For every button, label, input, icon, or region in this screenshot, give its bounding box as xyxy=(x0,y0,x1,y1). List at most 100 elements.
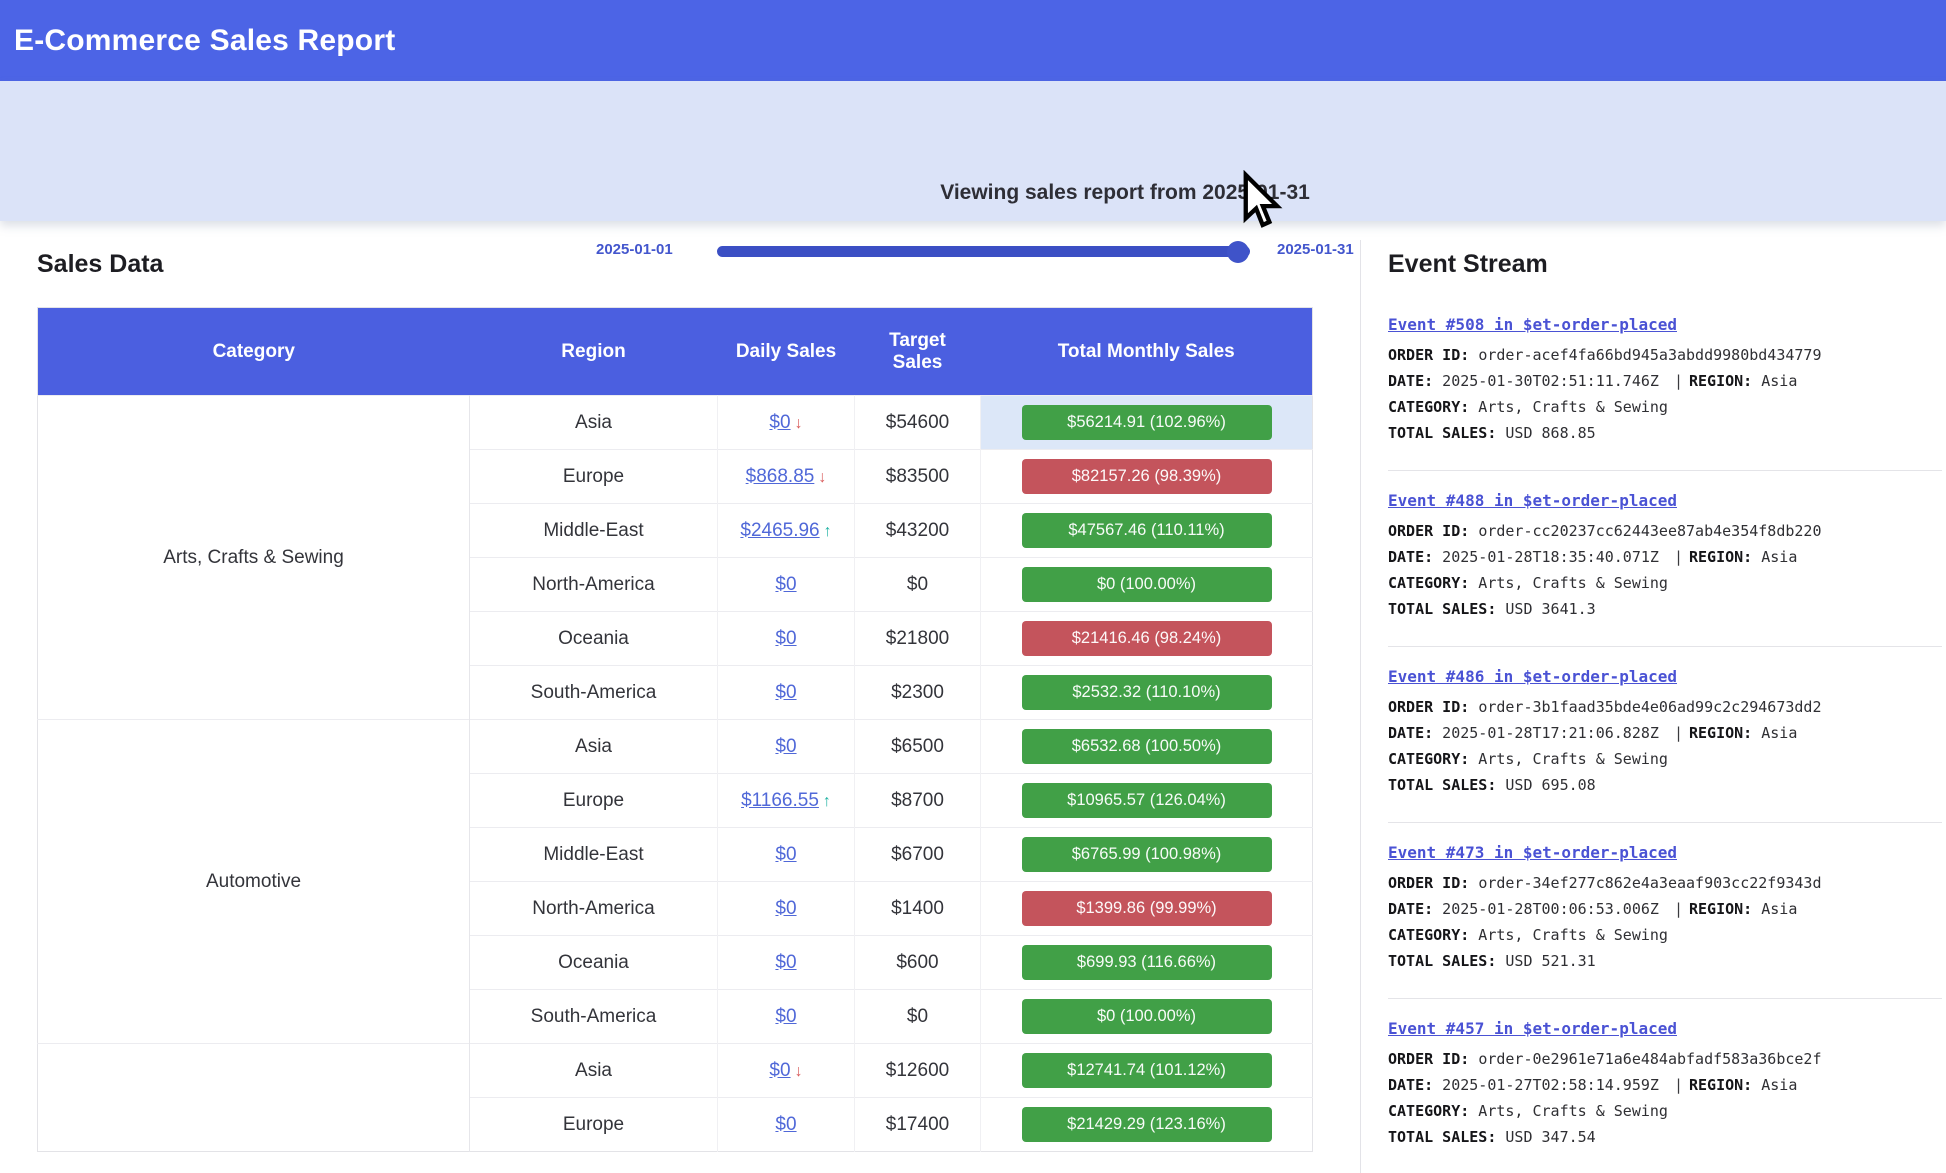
event-category: CATEGORY: Arts, Crafts & Sewing xyxy=(1388,394,1942,420)
trend-down-icon: ↓ xyxy=(795,415,803,432)
sales-table-body: Arts, Crafts & SewingAsia$0↓$54600$56214… xyxy=(38,396,1313,1152)
daily-sales-link[interactable]: $0 xyxy=(775,844,796,865)
daily-sales-cell: $0 xyxy=(718,612,855,666)
app-header: E-Commerce Sales Report xyxy=(0,0,1946,81)
event-order-id: ORDER ID: order-34ef277c862e4a3eaaf903cc… xyxy=(1388,870,1942,896)
daily-sales-link[interactable]: $868.85 xyxy=(746,466,815,487)
sales-table: Category Region Daily Sales Target Sales… xyxy=(37,307,1313,1152)
total-monthly-sales-cell: $2532.32 (110.10%) xyxy=(981,666,1313,720)
daily-sales-link[interactable]: $0 xyxy=(775,736,796,757)
trend-down-icon: ↓ xyxy=(818,469,826,486)
target-sales-cell: $0 xyxy=(855,990,981,1044)
total-monthly-sales-cell: $699.93 (116.66%) xyxy=(981,936,1313,990)
event-total-sales: TOTAL SALES: USD 868.85 xyxy=(1388,420,1942,446)
total-sales-badge: $10965.57 (126.04%) xyxy=(1022,783,1272,818)
daily-sales-cell: $0 xyxy=(718,558,855,612)
daily-sales-link[interactable]: $0 xyxy=(775,628,796,649)
region-cell: Oceania xyxy=(470,936,718,990)
region-cell: South-America xyxy=(470,990,718,1044)
event-card: Event #508 in $et-order-placed ORDER ID: … xyxy=(1388,295,1942,471)
total-monthly-sales-cell: $0 (100.00%) xyxy=(981,558,1313,612)
region-cell: North-America xyxy=(470,882,718,936)
table-header-row: Category Region Daily Sales Target Sales… xyxy=(38,308,1313,396)
target-sales-cell: $2300 xyxy=(855,666,981,720)
event-total-sales: TOTAL SALES: USD 521.31 xyxy=(1388,948,1942,974)
total-sales-badge: $12741.74 (101.12%) xyxy=(1022,1053,1272,1088)
total-sales-badge: $699.93 (116.66%) xyxy=(1022,945,1272,980)
col-header-daily-sales: Daily Sales xyxy=(718,308,855,396)
daily-sales-cell: $2465.96↑ xyxy=(718,504,855,558)
event-title-link[interactable]: Event #486 in $et-order-placed xyxy=(1388,667,1677,686)
page: E-Commerce Sales Report Viewing sales re… xyxy=(0,0,1946,1173)
daily-sales-link[interactable]: $0 xyxy=(769,412,790,433)
daily-sales-cell: $0 ↓ xyxy=(718,396,855,450)
region-cell: Oceania xyxy=(470,612,718,666)
page-title: E-Commerce Sales Report xyxy=(0,24,395,58)
target-sales-cell: $43200 xyxy=(855,504,981,558)
region-cell: Asia xyxy=(470,1044,718,1098)
table-row: AutomotiveAsia$0$6500$6532.68 (100.50%) xyxy=(38,720,1313,774)
total-sales-badge: $0 (100.00%) xyxy=(1022,999,1272,1034)
mouse-cursor-icon xyxy=(1236,170,1288,234)
total-monthly-sales-cell: $6532.68 (100.50%) xyxy=(981,720,1313,774)
slider-max-label: 2025-01-31 xyxy=(1277,241,1354,258)
target-sales-cell: $0 xyxy=(855,558,981,612)
total-sales-badge: $0 (100.00%) xyxy=(1022,567,1272,602)
event-order-id: ORDER ID: order-3b1faad35bde4e06ad99c2c2… xyxy=(1388,694,1942,720)
total-sales-badge: $1399.86 (99.99%) xyxy=(1022,891,1272,926)
daily-sales-cell: $0 xyxy=(718,828,855,882)
table-row: Asia $0 ↓ $12600 $12741.74 (101.12%) xyxy=(38,1044,1313,1098)
event-date-region: DATE: 2025-01-28T18:35:40.071Z |REGION: … xyxy=(1388,544,1942,570)
total-sales-badge: $6765.99 (100.98%) xyxy=(1022,837,1272,872)
category-cell xyxy=(38,1044,470,1152)
sales-data-heading: Sales Data xyxy=(37,250,163,279)
date-slider-track[interactable] xyxy=(717,246,1250,257)
daily-sales-cell: $0 xyxy=(718,1098,855,1152)
event-card: Event #473 in $et-order-placed ORDER ID: … xyxy=(1388,823,1942,999)
event-card: Event #486 in $et-order-placed ORDER ID: … xyxy=(1388,647,1942,823)
event-title-link[interactable]: Event #488 in $et-order-placed xyxy=(1388,491,1677,510)
daily-sales-link[interactable]: $0 xyxy=(769,1060,790,1081)
slider-min-label: 2025-01-01 xyxy=(596,241,673,258)
event-title-link[interactable]: Event #508 in $et-order-placed xyxy=(1388,315,1677,334)
event-order-id: ORDER ID: order-acef4fa66bd945a3abdd9980… xyxy=(1388,342,1942,368)
target-sales-cell: $12600 xyxy=(855,1044,981,1098)
total-monthly-sales-cell: $10965.57 (126.04%) xyxy=(981,774,1313,828)
region-cell: North-America xyxy=(470,558,718,612)
daily-sales-link[interactable]: $0 xyxy=(775,952,796,973)
daily-sales-cell: $0 xyxy=(718,666,855,720)
table-row: Arts, Crafts & SewingAsia$0↓$54600$56214… xyxy=(38,396,1313,450)
event-total-sales: TOTAL SALES: USD 347.54 xyxy=(1388,1124,1942,1150)
daily-sales-link[interactable]: $0 xyxy=(775,682,796,703)
trend-down-icon: ↓ xyxy=(795,1063,803,1080)
slider-title: Viewing sales report from 2025-01-31 xyxy=(700,181,1550,205)
event-total-sales: TOTAL SALES: USD 695.08 xyxy=(1388,772,1942,798)
region-cell: Europe xyxy=(470,1098,718,1152)
daily-sales-cell: $868.85↓ xyxy=(718,450,855,504)
event-order-id: ORDER ID: order-cc20237cc62443ee87ab4e35… xyxy=(1388,518,1942,544)
daily-sales-link[interactable]: $0 xyxy=(775,1006,796,1027)
total-sales-badge: $21416.46 (98.24%) xyxy=(1022,621,1272,656)
event-stream-heading: Event Stream xyxy=(1388,250,1942,279)
col-header-total-monthly-sales: Total Monthly Sales xyxy=(981,308,1313,396)
daily-sales-cell: $0 xyxy=(718,720,855,774)
daily-sales-cell: $1166.55↑ xyxy=(718,774,855,828)
region-cell: Middle-East xyxy=(470,828,718,882)
target-sales-cell: $21800 xyxy=(855,612,981,666)
event-title-link[interactable]: Event #473 in $et-order-placed xyxy=(1388,843,1677,862)
daily-sales-link[interactable]: $0 xyxy=(775,574,796,595)
total-monthly-sales-cell: $6765.99 (100.98%) xyxy=(981,828,1313,882)
daily-sales-link[interactable]: $2465.96 xyxy=(740,520,819,541)
total-sales-badge: $82157.26 (98.39%) xyxy=(1022,459,1272,494)
target-sales-cell: $17400 xyxy=(855,1098,981,1152)
region-cell: Asia xyxy=(470,396,718,450)
event-category: CATEGORY: Arts, Crafts & Sewing xyxy=(1388,746,1942,772)
date-slider-handle[interactable] xyxy=(1227,241,1249,263)
daily-sales-link[interactable]: $0 xyxy=(775,898,796,919)
daily-sales-cell: $0 xyxy=(718,936,855,990)
daily-sales-cell: $0 xyxy=(718,990,855,1044)
daily-sales-cell: $0 xyxy=(718,882,855,936)
daily-sales-link[interactable]: $0 xyxy=(775,1114,796,1135)
event-title-link[interactable]: Event #457 in $et-order-placed xyxy=(1388,1019,1677,1038)
daily-sales-link[interactable]: $1166.55 xyxy=(741,790,819,811)
